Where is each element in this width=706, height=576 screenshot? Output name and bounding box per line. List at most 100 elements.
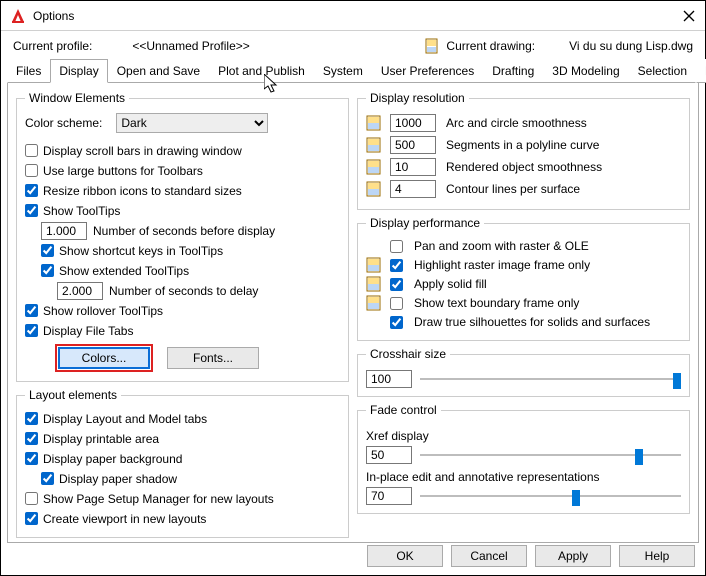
lbl-page-setup: Show Page Setup Manager for new layouts (43, 492, 274, 506)
slider-crosshair[interactable] (420, 371, 681, 387)
lbl-apply-solid: Apply solid fill (414, 277, 487, 291)
chk-paper-shadow[interactable] (41, 472, 54, 485)
lbl-show-shortcut: Show shortcut keys in ToolTips (59, 244, 223, 258)
app-logo-icon (9, 7, 27, 25)
colors-button[interactable]: Colors... (58, 347, 150, 369)
input-seconds-delay[interactable] (57, 282, 103, 300)
chk-highlight-raster[interactable] (390, 259, 403, 272)
tab-files[interactable]: Files (7, 59, 50, 83)
select-color-scheme[interactable]: Dark (116, 113, 268, 133)
slider-inplace[interactable] (420, 488, 681, 504)
group-fade-control: Fade control Xref display In-place edit … (357, 403, 690, 514)
title-bar: Options (1, 1, 705, 31)
lbl-show-extended: Show extended ToolTips (59, 264, 189, 278)
chk-resize-ribbon[interactable] (25, 184, 38, 197)
lbl-seconds-before: Number of seconds before display (93, 224, 275, 238)
input-crosshair-size[interactable] (366, 370, 412, 388)
lbl-resize-ribbon: Resize ribbon icons to standard sizes (43, 184, 242, 198)
chk-display-scrollbars[interactable] (25, 144, 38, 157)
input-contour-lines[interactable] (390, 180, 436, 198)
tab-plot-and-publish[interactable]: Plot and Publish (209, 59, 314, 83)
tab-3d-modeling[interactable]: 3D Modeling (543, 59, 628, 83)
lbl-arc-smoothness: Arc and circle smoothness (446, 116, 587, 130)
cancel-button[interactable]: Cancel (451, 545, 527, 567)
lbl-highlight-raster: Highlight raster image frame only (414, 258, 590, 272)
tab-user-preferences[interactable]: User Preferences (372, 59, 483, 83)
chk-large-buttons[interactable] (25, 164, 38, 177)
lbl-create-vp: Create viewport in new layouts (43, 512, 206, 526)
chk-file-tabs[interactable] (25, 324, 38, 337)
lbl-printable: Display printable area (43, 432, 159, 446)
current-drawing-value: Vi du su dung Lisp.dwg (569, 39, 693, 53)
drawing-icon-a (366, 257, 384, 273)
lbl-layout-model: Display Layout and Model tabs (43, 412, 207, 426)
lbl-file-tabs: Display File Tabs (43, 324, 133, 338)
tab-display[interactable]: Display (50, 59, 107, 83)
drawing-icon (424, 37, 442, 55)
input-segments-polyline[interactable] (390, 136, 436, 154)
lbl-paper-bg: Display paper background (43, 452, 182, 466)
chk-show-shortcut[interactable] (41, 244, 54, 257)
highlight-colors-button: Colors... (55, 344, 153, 372)
profile-row: Current profile: <<Unnamed Profile>> Cur… (1, 31, 705, 57)
input-xref-display[interactable] (366, 446, 412, 464)
group-window-elements: Window Elements Color scheme: Dark Displ… (16, 91, 349, 382)
current-profile-label: Current profile: (13, 39, 92, 53)
lbl-display-scrollbars: Display scroll bars in drawing window (43, 144, 242, 158)
lbl-show-tooltips: Show ToolTips (43, 204, 120, 218)
ok-button[interactable]: OK (367, 545, 443, 567)
window-title: Options (33, 9, 74, 23)
tab-system[interactable]: System (314, 59, 372, 83)
lbl-true-silhouette: Draw true silhouettes for solids and sur… (414, 315, 650, 329)
input-seconds-before[interactable] (41, 222, 87, 240)
drawing-icon-c (366, 295, 384, 311)
lbl-large-buttons: Use large buttons for Toolbars (43, 164, 203, 178)
group-display-resolution: Display resolution Arc and circle smooth… (357, 91, 690, 210)
tab-profiles[interactable]: Profiles (696, 59, 706, 83)
tab-selection[interactable]: Selection (629, 59, 696, 83)
lbl-pan-zoom: Pan and zoom with raster & OLE (414, 239, 589, 253)
chk-show-extended[interactable] (41, 264, 54, 277)
tabs: FilesDisplayOpen and SavePlot and Publis… (7, 59, 699, 83)
lbl-paper-shadow: Display paper shadow (59, 472, 177, 486)
chk-rollover[interactable] (25, 304, 38, 317)
group-crosshair: Crosshair size (357, 347, 690, 397)
lbl-text-boundary: Show text boundary frame only (414, 296, 579, 310)
chk-show-tooltips[interactable] (25, 204, 38, 217)
legend-display-performance: Display performance (366, 216, 484, 230)
drawing-icon-arc (366, 115, 384, 131)
tab-open-and-save[interactable]: Open and Save (108, 59, 209, 83)
chk-layout-model[interactable] (25, 412, 38, 425)
lbl-rendered-smoothness: Rendered object smoothness (446, 160, 602, 174)
legend-window-elements: Window Elements (25, 91, 129, 105)
tab-drafting[interactable]: Drafting (483, 59, 543, 83)
apply-button[interactable]: Apply (535, 545, 611, 567)
fonts-button[interactable]: Fonts... (167, 347, 259, 369)
current-drawing-label: Current drawing: (446, 39, 535, 53)
lbl-seconds-delay: Number of seconds to delay (109, 284, 258, 298)
dialog-button-bar: OK Cancel Apply Help (367, 545, 695, 567)
legend-crosshair: Crosshair size (366, 347, 450, 361)
help-button[interactable]: Help (619, 545, 695, 567)
current-profile-value: <<Unnamed Profile>> (132, 39, 249, 53)
drawing-icon-contour (366, 181, 384, 197)
chk-create-vp[interactable] (25, 512, 38, 525)
chk-paper-bg[interactable] (25, 452, 38, 465)
lbl-inplace-edit: In-place edit and annotative representat… (366, 470, 681, 484)
close-button[interactable] (681, 8, 697, 24)
group-display-performance: Display performance Pan and zoom with ra… (357, 216, 690, 341)
chk-true-silhouette[interactable] (390, 316, 403, 329)
lbl-rollover: Show rollover ToolTips (43, 304, 163, 318)
chk-page-setup[interactable] (25, 492, 38, 505)
chk-printable[interactable] (25, 432, 38, 445)
spacer-icon (366, 238, 384, 254)
input-arc-smoothness[interactable] (390, 114, 436, 132)
chk-text-boundary[interactable] (390, 297, 403, 310)
legend-fade-control: Fade control (366, 403, 441, 417)
chk-apply-solid[interactable] (390, 278, 403, 291)
input-inplace-edit[interactable] (366, 487, 412, 505)
slider-xref[interactable] (420, 447, 681, 463)
legend-display-resolution: Display resolution (366, 91, 469, 105)
input-rendered-smoothness[interactable] (390, 158, 436, 176)
chk-pan-zoom[interactable] (390, 240, 403, 253)
